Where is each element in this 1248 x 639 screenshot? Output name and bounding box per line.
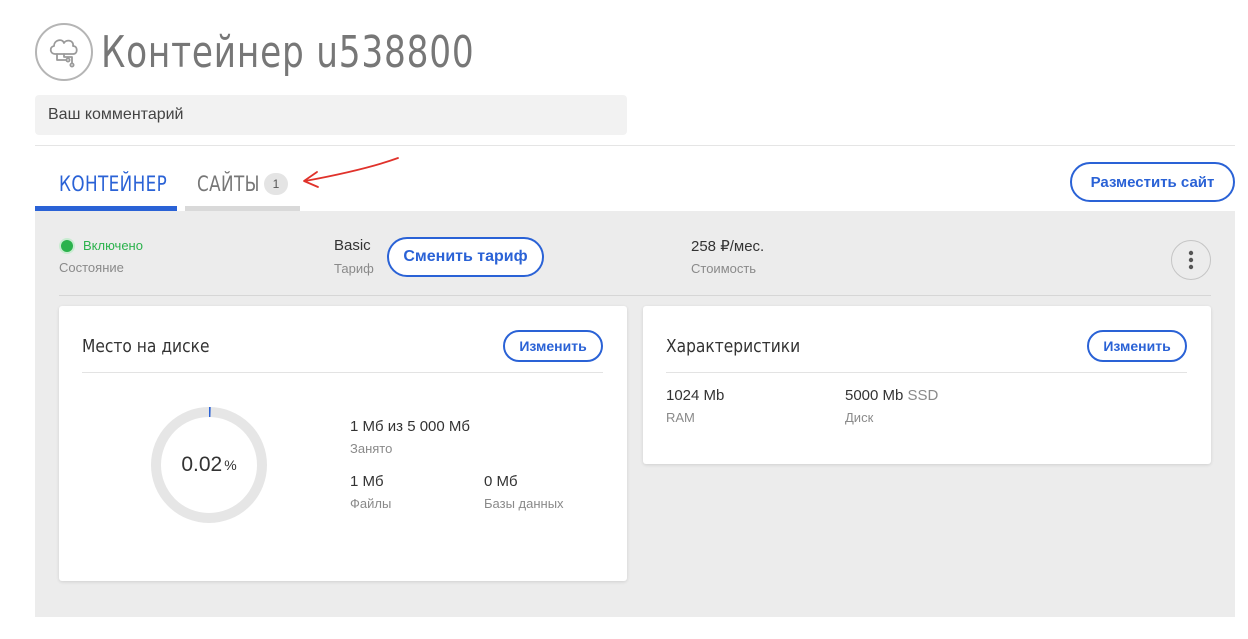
specs-card: Характеристики Изменить 1024 Mb RAM 5000… [643,306,1211,464]
annotation-arrow-icon [303,157,399,188]
usage-unit: % [224,457,237,473]
disk-card: Место на диске Изменить 0.02 % 1 Мб из 5… [59,306,627,581]
container-panel: Включено Состояние Basic Тариф Сменить т… [35,211,1235,617]
place-site-button[interactable]: Разместить сайт [1070,162,1235,202]
occupied-value: 1 Мб из 5 000 Мб [350,418,470,435]
tariff-label: Тариф [334,261,374,276]
vertical-dots-icon [1188,250,1194,270]
divider [59,295,1211,296]
page-header: Контейнер u538800 [35,22,580,82]
divider [82,372,603,373]
status-indicator-icon [61,240,73,252]
tab-sites[interactable]: САЙТЫ 1 [185,162,300,211]
tab-container-label: КОНТЕЙНЕР [59,172,168,196]
usage-number: 0.02 [181,453,223,476]
cost-label: Стоимость [691,261,757,276]
change-specs-button[interactable]: Изменить [1087,330,1187,362]
disk-label: Диск [845,410,874,425]
status-value: Включено [83,238,143,253]
cloud-container-icon [35,23,93,81]
change-tariff-button[interactable]: Сменить тариф [387,237,544,277]
tab-container[interactable]: КОНТЕЙНЕР [35,162,177,211]
page-title: Контейнер u538800 [101,26,475,78]
change-disk-button[interactable]: Изменить [503,330,603,362]
specs-card-title: Характеристики [666,336,801,357]
db-value: 0 Мб [484,473,518,490]
ram-value: 1024 Mb [666,387,725,404]
disk-usage-percent: 0.02 % [148,404,270,526]
more-options-button[interactable] [1171,240,1211,280]
ram-label: RAM [666,410,695,425]
status-label: Состояние [59,260,124,275]
divider [666,372,1187,373]
divider [35,145,1235,146]
disk-size-value: 5000 Mb [845,387,904,404]
tariff-value: Basic [334,237,371,254]
files-value: 1 Мб [350,473,384,490]
files-label: Файлы [350,496,392,511]
comment-input[interactable] [35,95,627,135]
disk-type: SSD [907,387,939,404]
sites-count-badge: 1 [264,173,288,195]
tab-sites-label: САЙТЫ [197,172,260,196]
cost-value: 258 ₽/мес. [691,238,765,255]
disk-size: 5000 Mb SSD [845,387,938,404]
db-label: Базы данных [484,496,564,511]
occupied-label: Занято [350,441,393,456]
disk-card-title: Место на диске [82,336,210,357]
